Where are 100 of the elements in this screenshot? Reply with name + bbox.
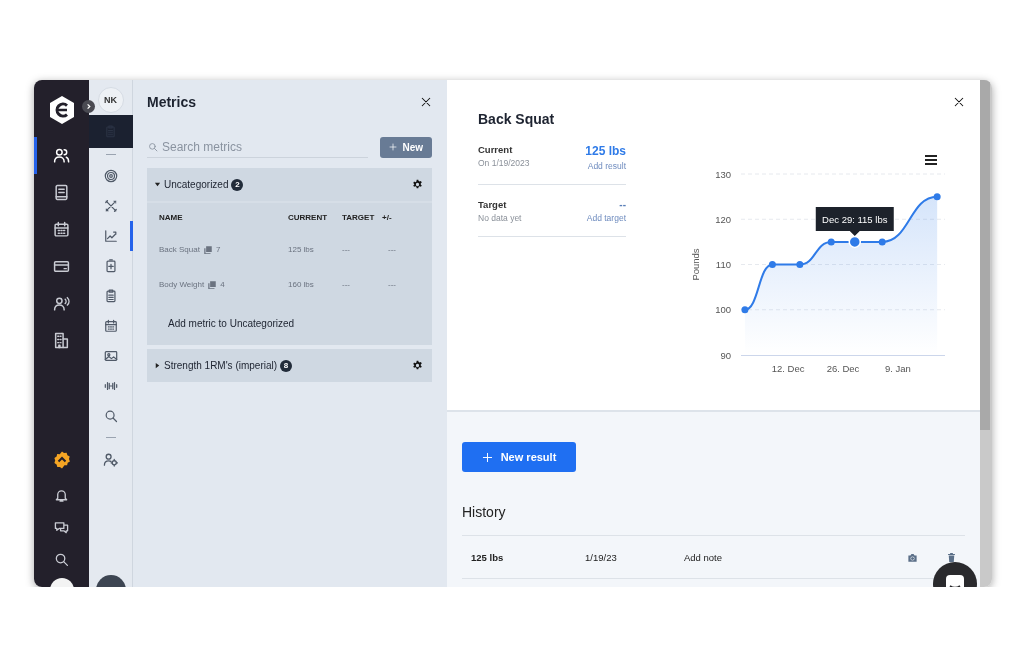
stat-value: -- [618,199,626,210]
stat-value: 125 lbs [585,144,626,158]
data-point[interactable] [848,235,861,249]
result-count: 4 [220,280,225,289]
image-icon [103,349,118,363]
annotation: Dec 29: 115 lbs [822,213,888,225]
close-icon [953,96,965,108]
axis-tick-label: 9. Jan [885,363,911,374]
battery-plus-icon [103,259,118,273]
chevron-badge-icon[interactable] [52,451,71,469]
building-icon [53,332,70,349]
caret-right-icon[interactable] [154,362,161,369]
count-badge: 2 [231,178,244,191]
add-target-link[interactable]: Add target [586,213,626,223]
tooltip: Dec 29: 115 lbs [815,206,894,236]
metric-name: Body Weight [159,280,205,289]
result-date: 1/19/23 [585,551,618,563]
new-button[interactable]: New [380,136,432,158]
panel-title: Metrics [147,94,197,110]
plus-icon [389,143,398,151]
plus-icon [481,451,493,463]
category-name[interactable]: Strength 1RM's (imperial) [164,360,278,371]
search-icon [103,409,118,423]
axis-tick-label: 12. Dec [771,363,805,374]
search-field[interactable]: Search metrics [147,136,369,158]
data-point[interactable] [933,193,941,201]
metric-row[interactable]: Back Squat 7 125 lbs --- --- [147,232,432,267]
table-cell-text: --- [342,245,351,254]
data-point[interactable] [741,306,749,314]
stat-subtitle: No data yet [478,213,522,223]
settings-icon [412,360,423,371]
close-button[interactable] [420,96,432,108]
data-point[interactable] [768,261,776,268]
user-avatar[interactable]: NK [97,87,124,113]
data-point[interactable] [878,238,886,246]
axis-tick-label: 110 [715,259,731,270]
axis-tick-label: 90 [720,349,731,361]
results-icon [207,279,218,290]
add-metric-link[interactable]: Add metric to Uncategorized [168,318,295,329]
chevron-icon [85,103,92,110]
stat-label: Current [478,144,514,155]
person-signal-icon [53,295,70,312]
people-icon [53,147,70,164]
menu-icon[interactable] [924,155,938,165]
settings-button[interactable] [412,179,423,190]
chart-icon [103,229,118,243]
search-icon [148,142,158,152]
axis-tick-label: 100 [715,304,731,316]
clipboard-icon [103,289,118,303]
data-point[interactable] [827,238,835,246]
stat-subtitle: On 1/19/2023 [478,158,530,168]
column-header: NAME [159,213,184,222]
axis-tick-label: 130 [715,168,731,180]
add-note-link[interactable]: Add note [684,551,907,563]
trash-icon [946,551,957,563]
result-count: 7 [215,245,221,254]
table-cell-text: --- [388,280,397,289]
scrollbar-thumb[interactable] [980,80,990,430]
calendar-icon [53,221,70,238]
user-gear-icon [103,451,118,467]
logo[interactable] [48,95,75,125]
book-icon [53,184,70,201]
close-button[interactable] [953,96,965,108]
axis-tick-label: 26. Dec [826,363,860,374]
axis-tick-label: 120 [715,213,731,225]
section-title: History [462,504,507,520]
new-result-button[interactable]: New result [462,442,576,472]
tools-icon [103,199,118,213]
table-cell-text: 125 lbs [288,245,315,254]
column-header: +/- [382,213,393,222]
caret-down-icon[interactable] [154,181,161,188]
scrollbar[interactable] [980,80,992,587]
data-point[interactable] [796,261,804,268]
card-icon [53,258,70,275]
target-icon [103,169,118,183]
settings-button[interactable] [412,360,423,371]
table-cell-text: --- [388,245,397,254]
result-value: 125 lbs [471,551,505,563]
close-icon [420,96,432,108]
category-name[interactable]: Uncategorized [164,179,229,190]
column-header: CURRENT [288,213,329,222]
metric-title: Back Squat [478,111,556,127]
calendar-icon [103,319,118,333]
chat-icon [54,519,69,535]
metric-name: Back Squat [159,245,200,254]
menu-tile[interactable] [88,115,133,148]
results-icon [202,244,213,255]
bell-icon [54,487,69,503]
axis-title: Pounds [690,248,701,281]
dumbbell-icon [103,379,118,393]
table-cell-text: --- [342,280,351,289]
search-icon [54,551,69,567]
count-badge: 8 [280,359,293,372]
column-header: TARGET [342,213,376,222]
stat-label: Target [478,199,508,210]
delete-button[interactable] [946,551,957,563]
photo-button[interactable] [907,551,918,563]
metric-row[interactable]: Body Weight 4 160 lbs --- --- [147,267,432,302]
add-result-link[interactable]: Add result [585,161,626,171]
settings-icon [412,179,423,190]
